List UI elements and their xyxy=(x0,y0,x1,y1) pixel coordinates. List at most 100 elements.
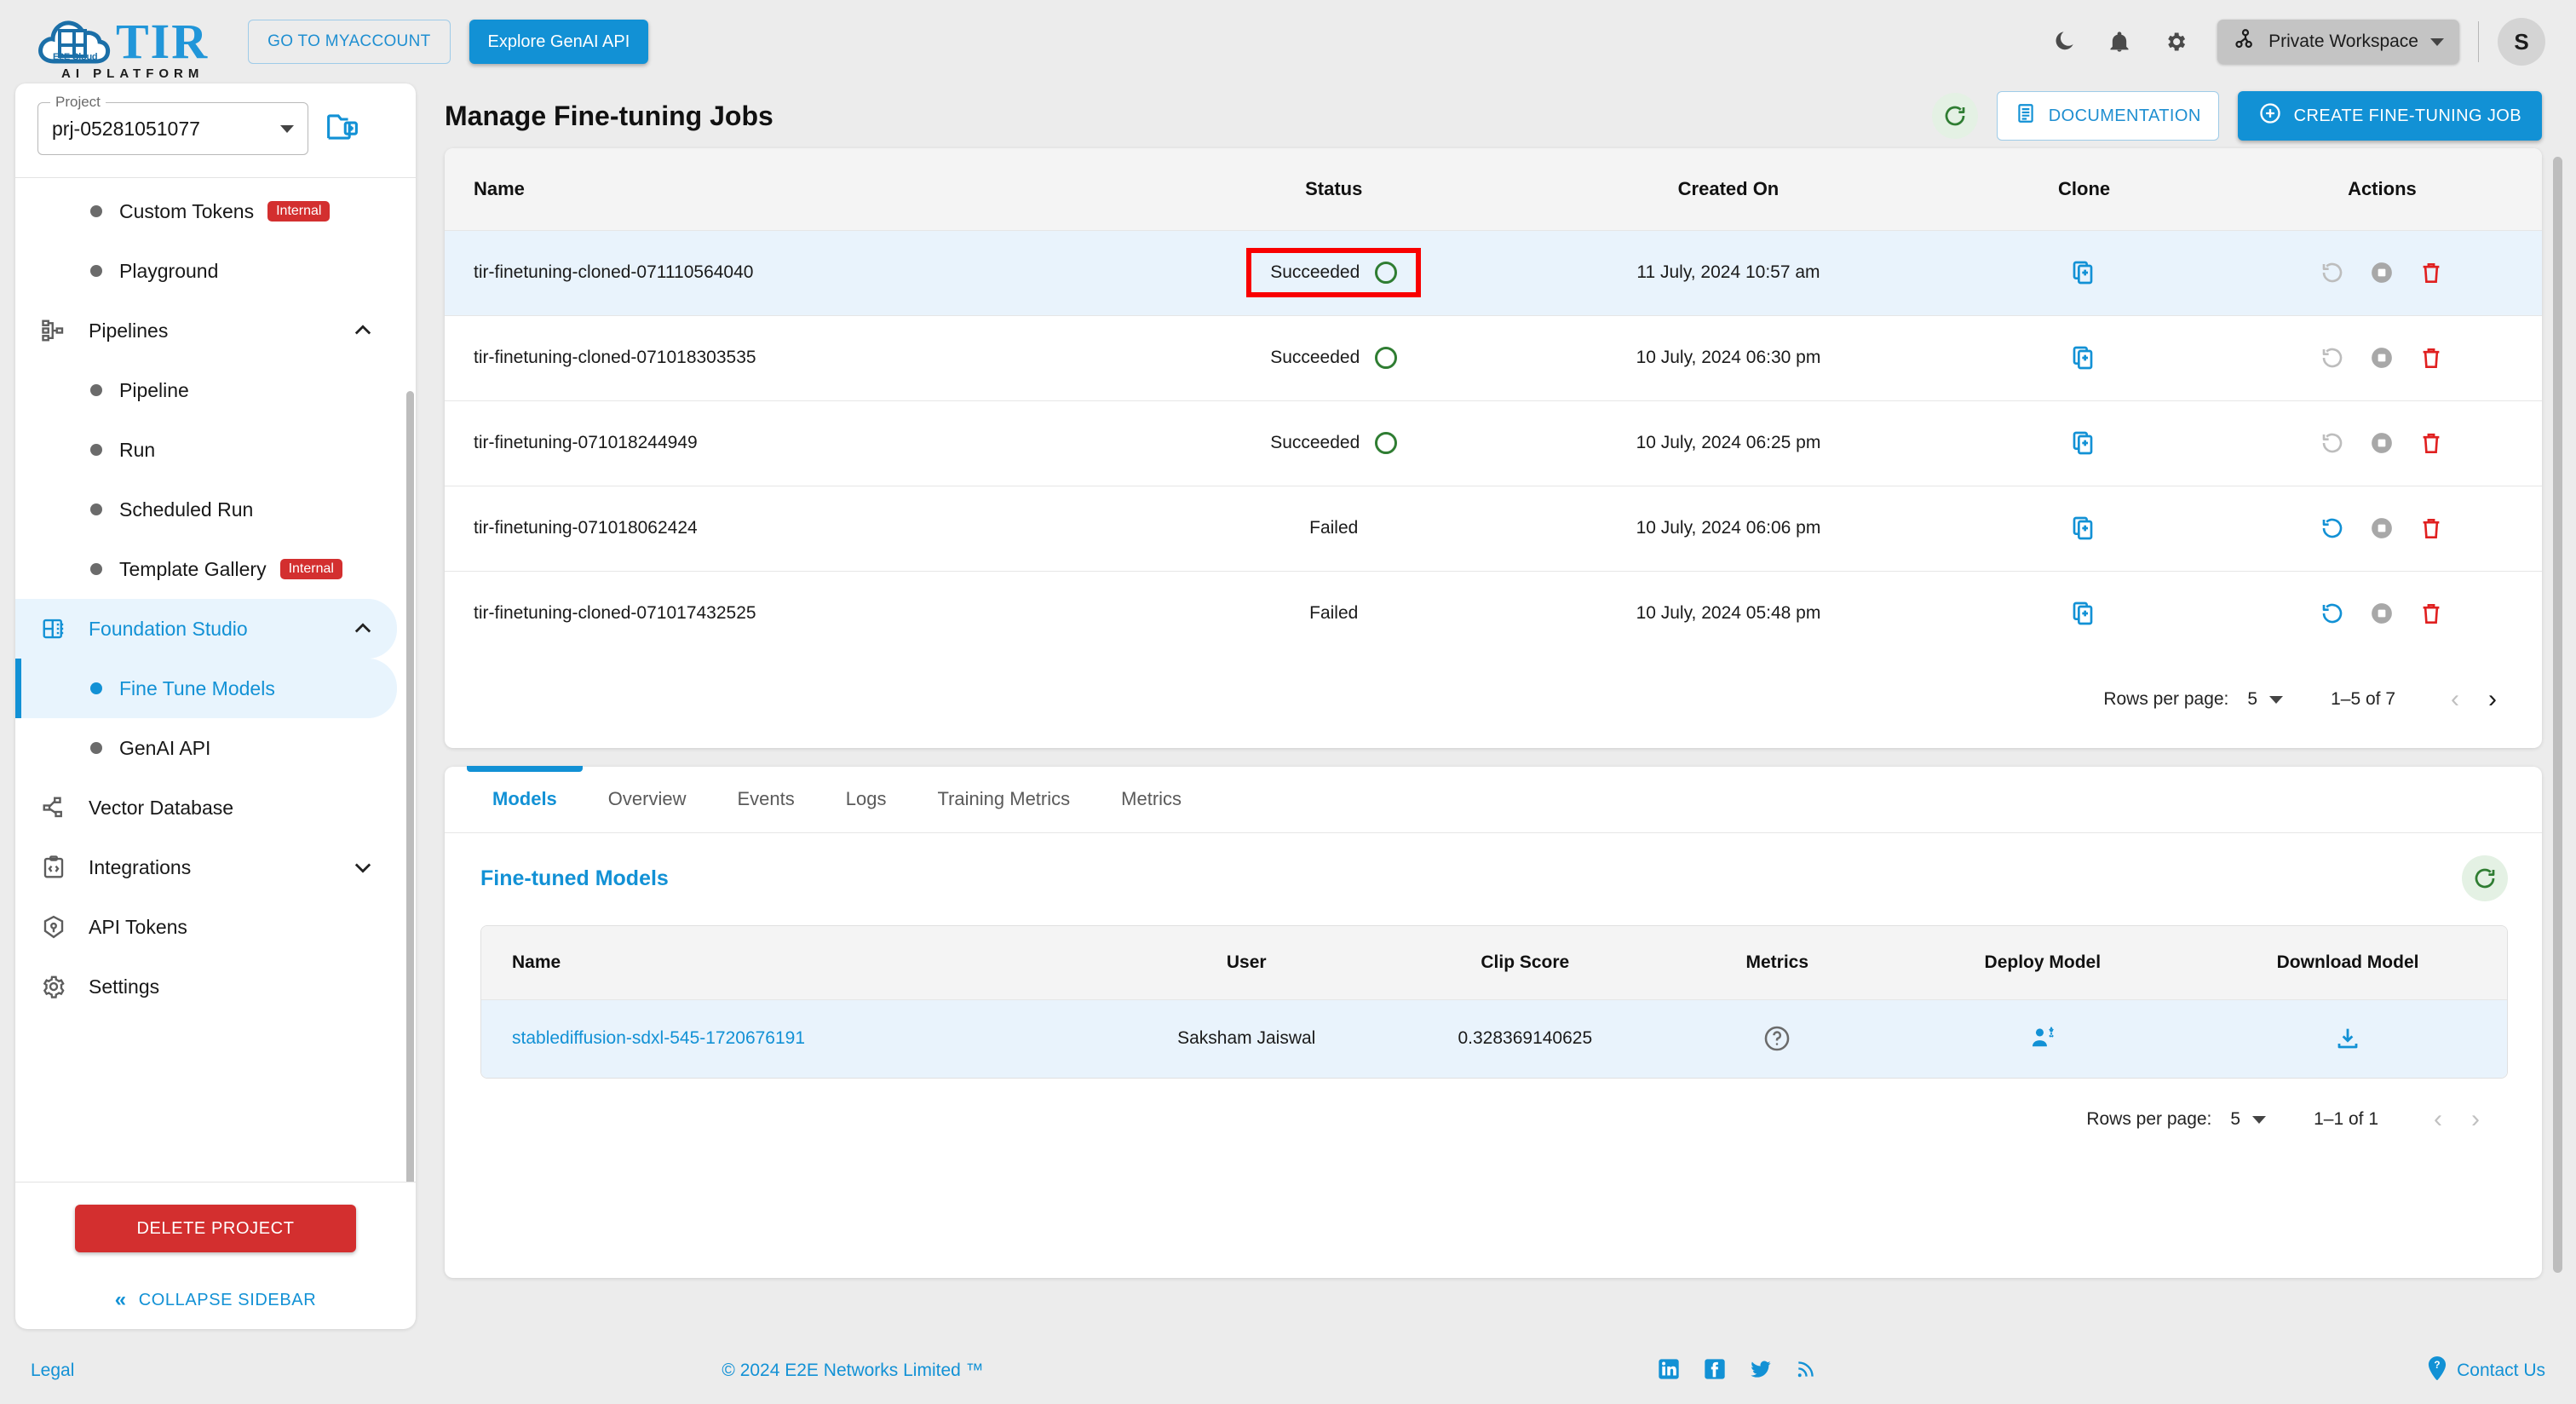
help-badge-icon: ? xyxy=(2426,1355,2457,1386)
sidebar: Project prj-05281051077 Custom Tokens In… xyxy=(15,83,416,1329)
column-header-deploy-model: Deploy Model xyxy=(1896,926,2189,999)
main-scrollbar[interactable] xyxy=(2553,157,2562,1273)
sidebar-scrollbar[interactable] xyxy=(406,391,414,1182)
contact-us-link[interactable]: ? Contact Us xyxy=(2426,1355,2545,1386)
table-row[interactable]: tir-finetuning-cloned-071018303535 Succe… xyxy=(445,314,2542,400)
delete-project-button[interactable]: DELETE PROJECT xyxy=(75,1205,356,1252)
help-circle-icon[interactable] xyxy=(1658,1024,1896,1053)
internal-badge: Internal xyxy=(279,559,342,579)
sidebar-item-integrations[interactable]: Integrations xyxy=(15,837,397,897)
facebook-icon[interactable] xyxy=(1703,1357,1727,1385)
sidebar-item-scheduled-run[interactable]: Scheduled Run xyxy=(15,480,397,539)
page-footer: Legal © 2024 E2E Networks Limited ™ ? Co… xyxy=(0,1338,2576,1404)
collapse-sidebar-button[interactable]: « COLLAPSE SIDEBAR xyxy=(15,1288,416,1312)
sidebar-item-playground[interactable]: Playground xyxy=(15,241,397,301)
download-icon[interactable] xyxy=(2188,1025,2507,1052)
jobs-pagination: Rows per page: 5 1–5 of 7 ‹ › xyxy=(445,656,2542,743)
column-header-actions: Actions xyxy=(2222,148,2542,230)
linkedin-icon[interactable] xyxy=(1657,1357,1681,1385)
delete-icon[interactable] xyxy=(2418,345,2444,371)
rows-per-page-select[interactable]: 5 xyxy=(2230,1109,2267,1130)
dot-icon xyxy=(90,503,102,515)
sidebar-item-pipelines[interactable]: Pipelines xyxy=(15,301,397,360)
rows-per-page-select[interactable]: 5 xyxy=(2247,689,2284,710)
dot-icon xyxy=(90,205,102,217)
status-badge: Succeeded xyxy=(1270,262,1398,284)
refresh-icon[interactable] xyxy=(1931,93,1978,139)
clone-icon[interactable] xyxy=(1946,600,2222,627)
page-header-actions: DOCUMENTATION CREATE FINE-TUNING JOB xyxy=(1931,91,2542,141)
table-row[interactable]: tir-finetuning-071018244949 Succeeded 10… xyxy=(445,400,2542,486)
job-status-cell: Succeeded xyxy=(1156,400,1511,486)
clone-icon[interactable] xyxy=(1946,429,2222,457)
delete-icon[interactable] xyxy=(2418,430,2444,456)
sidebar-item-vector-database[interactable]: Vector Database xyxy=(15,778,397,837)
table-row[interactable]: tir-finetuning-071018062424 Failed 10 Ju… xyxy=(445,485,2542,571)
deploy-model-icon[interactable] xyxy=(1896,1024,2188,1053)
tab-training-metrics[interactable]: Training Metrics xyxy=(911,766,1095,832)
documentation-button[interactable]: DOCUMENTATION xyxy=(1996,91,2219,141)
sidebar-item-foundation-studio[interactable]: Foundation Studio xyxy=(15,599,397,659)
create-fine-tuning-job-button[interactable]: CREATE FINE-TUNING JOB xyxy=(2237,91,2542,141)
refresh-icon[interactable] xyxy=(2462,855,2508,901)
rss-icon[interactable] xyxy=(1795,1358,1817,1384)
jobs-card: Name Status Created On Clone Actions tir… xyxy=(445,148,2542,748)
tab-metrics[interactable]: Metrics xyxy=(1095,766,1207,832)
sidebar-item-run[interactable]: Run xyxy=(15,420,397,480)
sidebar-item-template-gallery[interactable]: Template Gallery Internal xyxy=(15,539,397,599)
bell-icon[interactable] xyxy=(2096,19,2142,65)
sidebar-item-pipeline[interactable]: Pipeline xyxy=(15,360,397,420)
vector-database-icon xyxy=(41,795,80,820)
brand-logo[interactable]: E2E Cloud TIR AI PLATFORM xyxy=(37,14,209,81)
tab-logs[interactable]: Logs xyxy=(820,766,912,832)
sidebar-item-label: Settings xyxy=(89,975,160,998)
clone-icon[interactable] xyxy=(1946,259,2222,286)
table-row[interactable]: stablediffusion-sdxl-545-1720676191 Saks… xyxy=(481,998,2507,1078)
delete-icon[interactable] xyxy=(2418,515,2444,541)
new-folder-icon[interactable] xyxy=(325,112,359,147)
status-label: Succeeded xyxy=(1270,262,1360,282)
clone-icon[interactable] xyxy=(1946,515,2222,542)
documentation-label: DOCUMENTATION xyxy=(2048,106,2201,125)
project-select[interactable]: Project prj-05281051077 xyxy=(37,94,308,155)
sidebar-item-genai-api[interactable]: GenAI API xyxy=(15,718,397,778)
success-circle-icon xyxy=(1375,432,1398,454)
legal-link[interactable]: Legal xyxy=(31,1361,74,1381)
model-name-link[interactable]: stablediffusion-sdxl-545-1720676191 xyxy=(512,1028,805,1048)
stop-icon xyxy=(2369,430,2395,456)
tab-events[interactable]: Events xyxy=(711,766,819,832)
sidebar-item-api-tokens[interactable]: API Tokens xyxy=(15,897,397,957)
sidebar-item-custom-tokens[interactable]: Custom Tokens Internal xyxy=(15,181,397,241)
gear-icon[interactable] xyxy=(2153,19,2199,65)
twitter-icon[interactable] xyxy=(1749,1357,1773,1385)
delete-icon[interactable] xyxy=(2418,260,2444,285)
tab-overview[interactable]: Overview xyxy=(583,766,712,832)
pipelines-icon xyxy=(41,318,80,343)
model-user: Saksham Jaiswal xyxy=(1100,998,1393,1078)
fine-tuned-models-header: Fine-tuned Models xyxy=(445,833,2542,910)
retry-icon[interactable] xyxy=(2320,601,2345,626)
column-header-download-model: Download Model xyxy=(2188,926,2507,999)
avatar[interactable]: S xyxy=(2498,18,2545,66)
sidebar-item-label: Foundation Studio xyxy=(89,617,248,640)
chevron-up-icon xyxy=(351,319,375,342)
workspace-selector[interactable]: Private Workspace xyxy=(2217,20,2459,64)
next-page-button[interactable]: › xyxy=(2474,685,2511,714)
stop-icon xyxy=(2369,345,2395,371)
clone-icon[interactable] xyxy=(1946,344,2222,371)
sidebar-item-fine-tune-models[interactable]: Fine Tune Models xyxy=(15,659,397,718)
explore-genai-api-button[interactable]: Explore GenAI API xyxy=(469,20,649,64)
delete-icon[interactable] xyxy=(2418,601,2444,626)
retry-icon[interactable] xyxy=(2320,515,2345,541)
table-row[interactable]: tir-finetuning-cloned-071017432525 Faile… xyxy=(445,570,2542,656)
success-circle-icon xyxy=(1375,262,1398,284)
tab-models[interactable]: Models xyxy=(467,766,583,832)
table-row[interactable]: tir-finetuning-cloned-071110564040 Succe… xyxy=(445,229,2542,315)
job-clone-cell xyxy=(1946,570,2222,656)
go-to-myaccount-button[interactable]: GO TO MYACCOUNT xyxy=(248,20,451,64)
top-bar-right: Private Workspace S xyxy=(2035,18,2545,66)
top-divider xyxy=(2478,21,2479,62)
moon-icon[interactable] xyxy=(2040,19,2086,65)
sidebar-item-settings[interactable]: Settings xyxy=(15,957,397,1016)
project-value: prj-05281051077 xyxy=(52,117,200,140)
